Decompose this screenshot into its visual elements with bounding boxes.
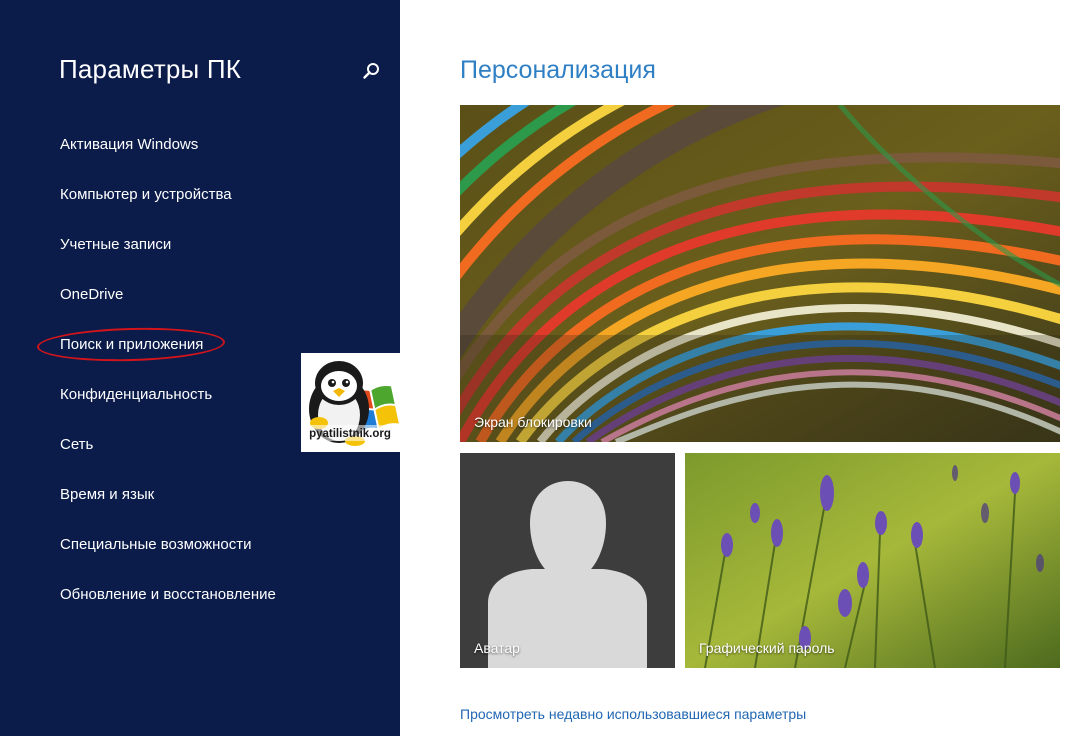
picture-password-tile[interactable]: Графический пароль [685, 453, 1060, 668]
lavender-image [685, 453, 1060, 668]
sidebar-item-ease-of-access[interactable]: Специальные возможности [0, 530, 400, 580]
search-icon [363, 63, 379, 79]
sidebar-item-label: Поиск и приложения [60, 336, 204, 353]
watermark-logo: pyatilistnik.org [301, 353, 400, 452]
avatar-label: Аватар [474, 640, 520, 656]
sidebar-item-label: OneDrive [60, 286, 124, 303]
avatar-placeholder-icon [460, 453, 675, 668]
lock-screen-image [460, 105, 1060, 442]
lock-screen-tile[interactable]: Экран блокировки [460, 105, 1060, 442]
sidebar-item-label: Время и язык [60, 486, 155, 503]
sidebar-item-onedrive[interactable]: OneDrive [0, 280, 400, 330]
sidebar-item-windows-activation[interactable]: Активация Windows [0, 130, 400, 180]
sidebar-item-pc-and-devices[interactable]: Компьютер и устройства [0, 180, 400, 230]
penguin-logo-icon: pyatilistnik.org [301, 361, 400, 446]
recent-settings-link[interactable]: Просмотреть недавно использовавшиеся пар… [460, 706, 806, 722]
sidebar-item-time-and-language[interactable]: Время и язык [0, 480, 400, 530]
watermark-text: pyatilistnik.org [309, 428, 391, 440]
sidebar-item-label: Специальные возможности [60, 536, 252, 553]
sidebar-item-label: Конфиденциальность [60, 386, 213, 403]
picture-password-label: Графический пароль [699, 640, 835, 656]
sidebar-item-label: Обновление и восстановление [60, 586, 276, 603]
sidebar-item-label: Сеть [60, 436, 94, 453]
sidebar-item-accounts[interactable]: Учетные записи [0, 230, 400, 280]
sidebar-item-label: Учетные записи [60, 236, 172, 253]
page-title: Персонализация [460, 56, 656, 84]
search-button[interactable] [360, 60, 382, 82]
sidebar-item-label: Компьютер и устройства [60, 186, 232, 203]
lock-screen-label: Экран блокировки [474, 414, 592, 430]
sidebar-item-update-and-recovery[interactable]: Обновление и восстановление [0, 580, 400, 630]
sidebar-title: Параметры ПК [59, 54, 242, 84]
sidebar-item-label: Активация Windows [60, 136, 199, 153]
avatar-tile[interactable]: Аватар [460, 453, 675, 668]
